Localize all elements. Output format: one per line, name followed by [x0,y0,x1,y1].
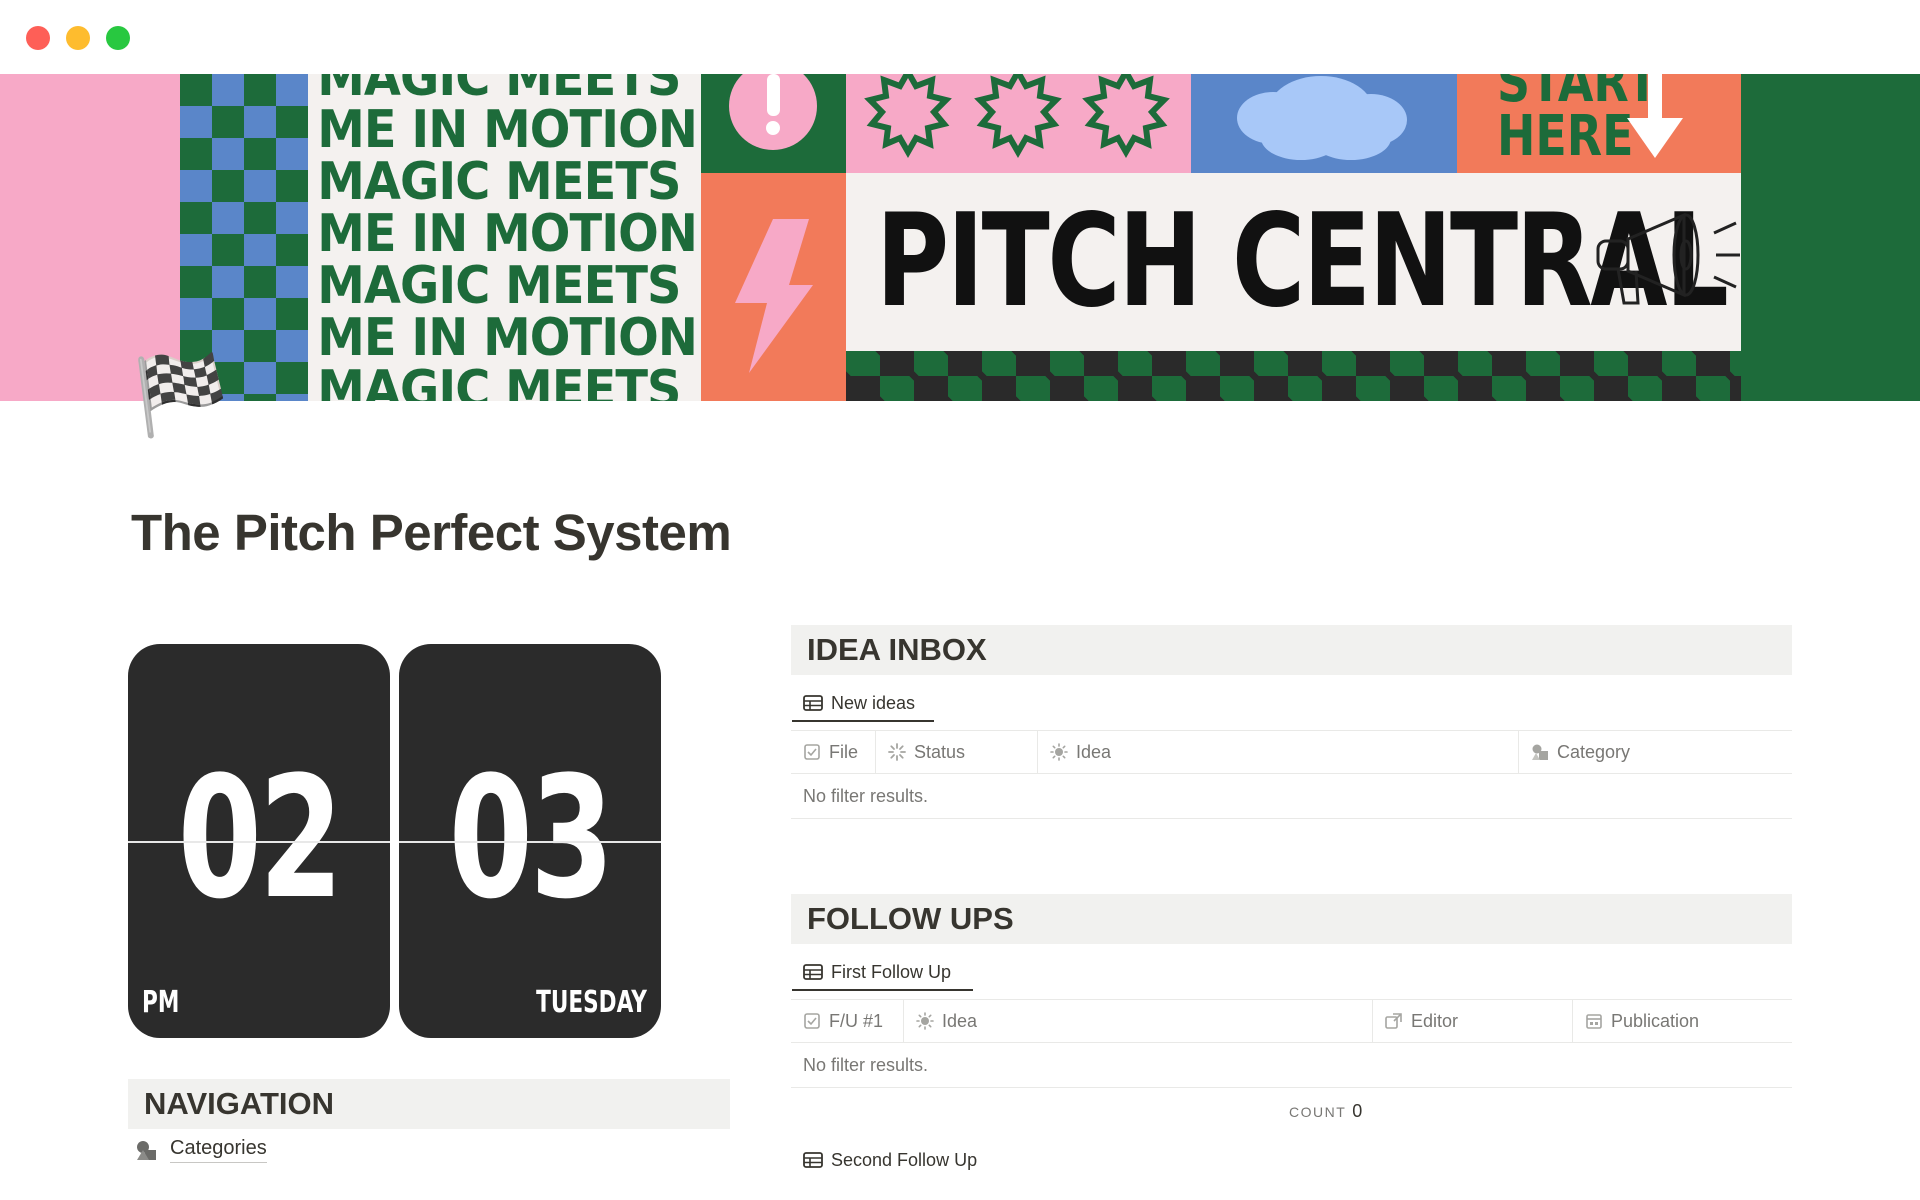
sun-icon [1050,743,1068,761]
view-tab-label: New ideas [831,692,916,713]
starburst-icons [864,74,1170,159]
shapes-icon [1532,744,1548,760]
cover-lightning-tile [701,173,846,401]
checkbox-icon [804,744,820,760]
follow-ups-column-headers: F/U #1 Idea Editor Publication [791,999,1792,1043]
view-tab-label: First Follow Up [831,961,952,982]
close-window-button[interactable] [26,26,50,50]
clock-divider [128,841,390,843]
clock-minute-card: 03 TUESDAY [399,644,661,1038]
lightning-icon [735,219,813,373]
cover-motion-line: ME IN MOTION [317,100,698,160]
column-label: Category [1557,741,1631,762]
count-value: 0 [1352,1101,1363,1121]
cover-motion-line: MAGIC MEETS [317,360,681,401]
column-category[interactable]: Category [1519,731,1792,773]
page-cover[interactable]: MAGIC MEETS ME IN MOTION MAGIC MEETS ME … [0,74,1920,401]
arrow-down-icon [1627,74,1683,158]
column-idea[interactable]: Idea [1038,731,1519,773]
table-icon [803,695,823,711]
cover-exclamation-tile [701,74,846,173]
cover-motion-panel: MAGIC MEETS ME IN MOTION MAGIC MEETS ME … [308,74,701,401]
column-label: Status [914,741,966,762]
minimize-window-button[interactable] [66,26,90,50]
cloud-icon [1237,76,1407,160]
column-label: F/U #1 [829,1010,884,1031]
column-label: File [829,741,859,762]
idea-inbox-column-headers: File Status Idea Category [791,730,1792,774]
column-fu1[interactable]: F/U #1 [791,1000,904,1042]
cover-cloud-tile [1191,74,1457,173]
nav-item-categories[interactable]: Categories [134,1137,267,1163]
cover-stars-tile [846,74,1191,173]
zoom-window-button[interactable] [106,26,130,50]
column-editor[interactable]: Editor [1373,1000,1573,1042]
cover-start-here-tile: START HERE [1457,74,1741,173]
column-idea[interactable]: Idea [904,1000,1373,1042]
cover-motion-line: ME IN MOTION [317,204,698,264]
navigation-header: NAVIGATION [128,1079,730,1129]
status-icon [888,743,906,761]
column-status[interactable]: Status [876,731,1038,773]
clock-divider [399,841,661,843]
clock-day: TUESDAY [536,985,647,1020]
cover-checker-strip [846,351,1741,401]
checkered-flag-icon[interactable]: 🏁 [132,356,229,434]
empty-results-message: No filter results. [791,774,1792,819]
view-tab-second-follow-up[interactable]: Second Follow Up [792,1142,987,1178]
view-tab-label: Second Follow Up [831,1149,978,1170]
clock-period: PM [142,985,180,1020]
relation-icon [1385,1013,1402,1029]
cover-motion-line: MAGIC MEETS [317,152,681,212]
checkbox-icon [804,1013,820,1029]
calendar-icon [1586,1014,1602,1029]
cover-pitch-tile: PITCH CENTRAL [846,173,1741,351]
clock-hour: 02 [177,740,343,936]
cover-motion-line: MAGIC MEETS [317,256,681,316]
column-label: Idea [942,1010,978,1031]
cover-motion-line: ME IN MOTION [317,308,698,368]
column-publication[interactable]: Publication [1573,1000,1792,1042]
view-tab-first-follow-up[interactable]: First Follow Up [792,955,973,991]
count-label: COUNT [1289,1104,1347,1120]
column-label: Editor [1411,1010,1459,1031]
table-icon [803,964,823,980]
column-label: Idea [1076,741,1112,762]
column-label: Publication [1611,1010,1700,1031]
idea-inbox-header: IDEA INBOX [791,625,1792,675]
exclamation-icon [729,74,817,150]
page-title[interactable]: The Pitch Perfect System [131,503,732,562]
column-file[interactable]: File [791,731,876,773]
window-titlebar [0,0,1920,74]
clock-minute: 03 [448,740,614,936]
megaphone-icon [1596,212,1740,305]
table-count-footer[interactable]: COUNT 0 [1289,1101,1362,1122]
sun-icon [916,1012,934,1030]
table-icon [803,1152,823,1168]
view-tab-new-ideas[interactable]: New ideas [792,686,934,722]
shapes-icon [137,1141,156,1160]
clock-hour-card: 02 PM [128,644,390,1038]
follow-ups-header: FOLLOW UPS [791,894,1792,944]
nav-item-label: Categories [170,1137,267,1163]
empty-results-message: No filter results. [791,1043,1792,1088]
